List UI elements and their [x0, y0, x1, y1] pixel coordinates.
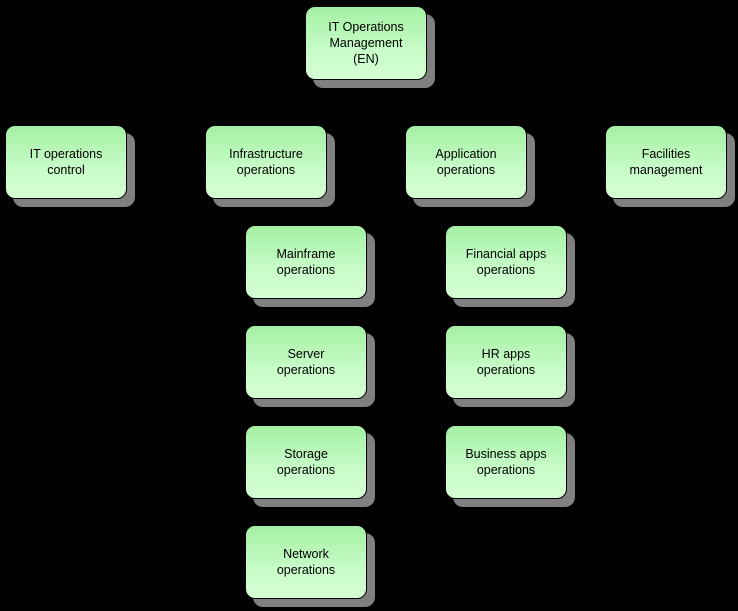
node-label: IT operations control: [29, 147, 103, 177]
node-label: Business apps operations: [465, 447, 547, 477]
node-label: HR apps operations: [476, 347, 536, 377]
node-server-operations[interactable]: Server operations: [245, 325, 375, 407]
node-box: IT operations control: [5, 125, 127, 199]
node-box: Business apps operations: [445, 425, 567, 499]
node-financial-apps-operations[interactable]: Financial apps operations: [445, 225, 575, 307]
node-box: Application operations: [405, 125, 527, 199]
node-business-apps-operations[interactable]: Business apps operations: [445, 425, 575, 507]
node-label: Mainframe operations: [276, 247, 336, 277]
node-label: Financial apps operations: [465, 247, 547, 277]
node-box: Storage operations: [245, 425, 367, 499]
node-mainframe-operations[interactable]: Mainframe operations: [245, 225, 375, 307]
node-label: Network operations: [276, 547, 336, 577]
node-it-operations-management[interactable]: IT Operations Management (EN): [305, 6, 435, 88]
node-box: Infrastructure operations: [205, 125, 327, 199]
node-label: Storage operations: [276, 447, 336, 477]
node-box: Facilities management: [605, 125, 727, 199]
node-box: Server operations: [245, 325, 367, 399]
node-hr-apps-operations[interactable]: HR apps operations: [445, 325, 575, 407]
node-box: Financial apps operations: [445, 225, 567, 299]
node-label: Application operations: [435, 147, 497, 177]
node-label: Server operations: [276, 347, 336, 377]
node-box: Network operations: [245, 525, 367, 599]
node-facilities-management[interactable]: Facilities management: [605, 125, 735, 207]
node-infrastructure-operations[interactable]: Infrastructure operations: [205, 125, 335, 207]
node-network-operations[interactable]: Network operations: [245, 525, 375, 607]
node-label: Facilities management: [629, 147, 703, 177]
node-application-operations[interactable]: Application operations: [405, 125, 535, 207]
node-box: HR apps operations: [445, 325, 567, 399]
node-label: IT Operations Management (EN): [328, 20, 404, 66]
node-box: Mainframe operations: [245, 225, 367, 299]
node-box: IT Operations Management (EN): [305, 6, 427, 80]
node-it-operations-control[interactable]: IT operations control: [5, 125, 135, 207]
node-label: Infrastructure operations: [229, 147, 303, 177]
node-storage-operations[interactable]: Storage operations: [245, 425, 375, 507]
